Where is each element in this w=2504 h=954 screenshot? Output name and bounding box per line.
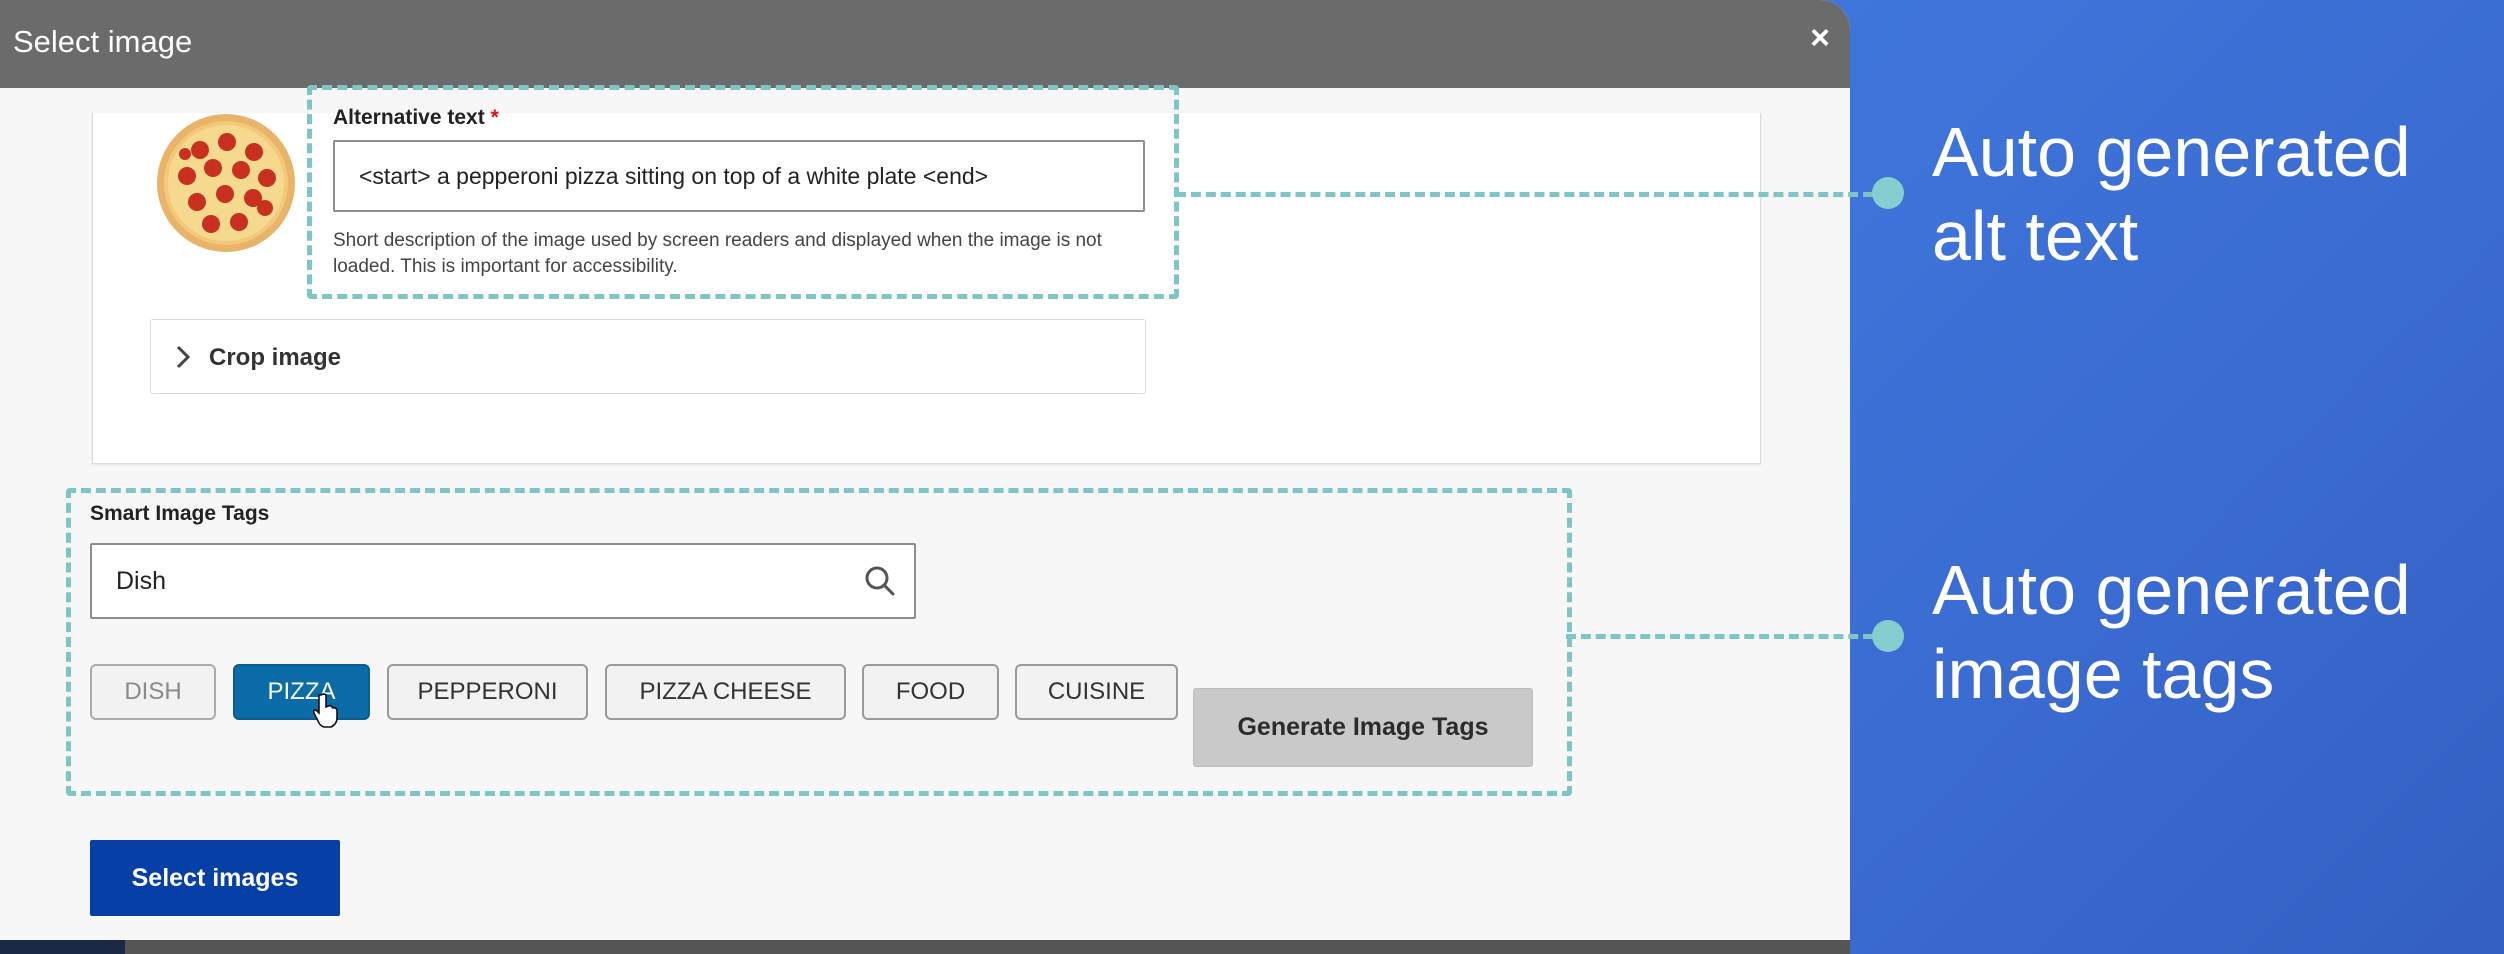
alt-text-help: Short description of the image used by s… — [333, 230, 1102, 277]
alt-connector-line — [1176, 192, 1888, 197]
tag-chip-pepperoni[interactable]: PEPPERONI — [387, 664, 588, 720]
alt-callout-line2: alt text — [1932, 197, 2139, 275]
tag-chip-pizza-cheese[interactable]: PIZZA CHEESE — [605, 664, 846, 720]
alt-text-label: Alternative text * — [333, 106, 499, 129]
tags-callout-line2: image tags — [1932, 635, 2275, 713]
tags-connector-line — [1566, 634, 1888, 639]
close-icon[interactable]: × — [1800, 18, 1840, 58]
dialog-title: Select image — [13, 24, 193, 59]
image-tags-callout: Auto generated image tags — [1932, 548, 2411, 716]
select-image-dialog: Select image × Alternative text * <start… — [0, 0, 1850, 954]
search-icon[interactable] — [862, 563, 898, 599]
tag-chip-dish[interactable]: DISH — [90, 664, 216, 720]
bottom-corner — [0, 940, 125, 954]
alt-callout-line1: Auto generated — [1932, 113, 2411, 191]
chevron-right-icon — [176, 345, 191, 369]
crop-image-label: Crop image — [209, 344, 342, 371]
tag-search-input[interactable]: Dish — [116, 567, 166, 596]
smart-image-tags-label: Smart Image Tags — [90, 502, 270, 525]
tag-search-field[interactable]: Dish — [90, 543, 916, 619]
tags-callout-line1: Auto generated — [1932, 551, 2411, 629]
tag-chip-food[interactable]: FOOD — [862, 664, 999, 720]
generate-image-tags-button[interactable]: Generate Image Tags — [1193, 688, 1533, 767]
alt-connector-dot — [1872, 177, 1904, 209]
crop-image-toggle[interactable]: Crop image — [150, 319, 1146, 394]
select-images-button[interactable]: Select images — [90, 840, 340, 916]
alt-text-callout: Auto generated alt text — [1932, 110, 2411, 278]
bottom-strip — [0, 940, 1850, 954]
tag-chip-cuisine[interactable]: CUISINE — [1015, 664, 1178, 720]
alt-text-input[interactable]: <start> a pepperoni pizza sitting on top… — [333, 140, 1145, 212]
dialog-titlebar: Select image × — [0, 0, 1850, 88]
tag-chip-pizza[interactable]: PIZZA — [233, 664, 370, 720]
required-mark: * — [490, 106, 499, 129]
tags-connector-dot — [1872, 620, 1904, 652]
hand-pointer-icon — [312, 693, 338, 728]
pizza-thumbnail — [157, 114, 295, 252]
